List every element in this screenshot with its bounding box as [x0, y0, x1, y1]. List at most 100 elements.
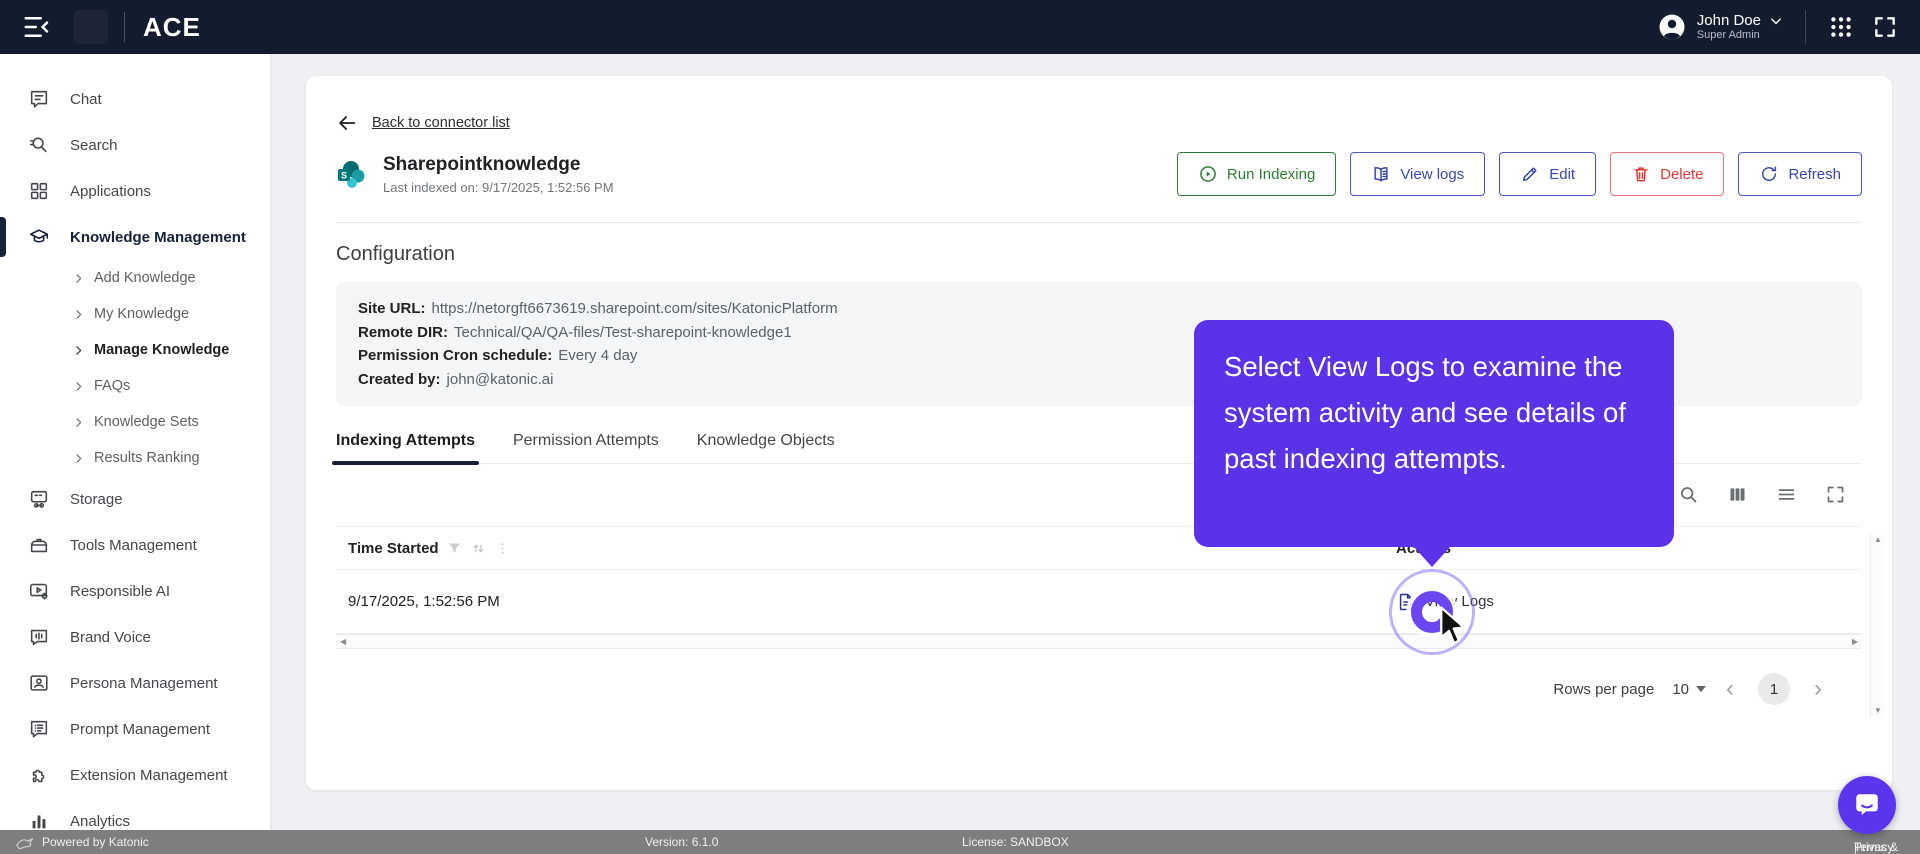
sidebar-item-label: Analytics	[70, 812, 131, 830]
scroll-down-arrow[interactable]: ▼	[1874, 706, 1882, 715]
sidebar-item-label: Storage	[70, 490, 123, 508]
table-columns-icon[interactable]	[1727, 484, 1748, 505]
sidebar-subitem-label: Results Ranking	[94, 450, 200, 466]
rows-per-page-label: Rows per page	[1553, 680, 1655, 698]
guide-tooltip: Select View Logs to examine the system a…	[1194, 320, 1674, 567]
sidebar-item-storage[interactable]: Storage	[0, 476, 270, 522]
config-label: Remote DIR:	[358, 323, 449, 341]
sidebar-item-label: Search	[70, 136, 118, 154]
configuration-heading: Configuration	[336, 243, 455, 265]
chevron-right-icon	[76, 345, 82, 355]
table-density-icon[interactable]	[1776, 484, 1797, 505]
refresh-button[interactable]: Refresh	[1738, 152, 1862, 196]
tab-permission-attempts[interactable]: Permission Attempts	[513, 432, 659, 463]
config-value: john@katonic.ai	[446, 370, 554, 388]
sidebar-subitem-label: Knowledge Sets	[94, 414, 199, 430]
back-to-connector-list-link[interactable]: Back to connector list	[372, 115, 510, 131]
current-page-badge[interactable]: 1	[1758, 673, 1790, 705]
sidebar-item-knowledge-management[interactable]: Knowledge Management	[0, 214, 270, 260]
vertical-scrollbar[interactable]: ▲ ▼	[1870, 532, 1885, 718]
responsible-ai-icon	[29, 583, 48, 600]
sidebar-item-label: Applications	[70, 182, 151, 200]
rows-per-page-select[interactable]: 10	[1672, 681, 1706, 698]
column-label: Time Started	[348, 539, 439, 557]
apps-grid-icon[interactable]	[1828, 14, 1854, 40]
sidebar-subitem-results-ranking[interactable]: Results Ranking	[0, 440, 270, 476]
table-fullscreen-icon[interactable]	[1825, 484, 1846, 505]
config-label: Created by:	[358, 370, 441, 388]
button-label: Edit	[1549, 165, 1576, 183]
sidebar-item-label: Responsible AI	[70, 582, 171, 600]
scroll-left-arrow[interactable]: ◀	[340, 637, 346, 646]
sidebar-subitem-add-knowledge[interactable]: Add Knowledge	[0, 260, 270, 296]
sidebar-item-label: Tools Management	[70, 536, 197, 554]
chevron-down-icon[interactable]	[1769, 14, 1783, 28]
back-arrow-icon[interactable]	[336, 112, 358, 134]
connector-name: Sharepointknowledge	[383, 153, 581, 175]
chat-widget-button[interactable]	[1838, 776, 1896, 834]
delete-button[interactable]: Delete	[1610, 152, 1725, 196]
edit-button[interactable]: Edit	[1499, 152, 1597, 196]
puzzle-icon	[32, 769, 45, 783]
chat-bubble-icon	[1856, 794, 1878, 816]
sort-icon[interactable]	[470, 540, 487, 557]
persona-icon	[30, 675, 48, 691]
column-menu-icon[interactable]	[494, 540, 511, 557]
sidebar-item-prompt-management[interactable]: Prompt Management	[0, 706, 270, 752]
cell-time-started: 9/17/2025, 1:52:56 PM	[348, 593, 500, 610]
section-divider	[336, 222, 1862, 223]
app-title: ACE	[143, 11, 201, 42]
button-label: Refresh	[1788, 165, 1841, 183]
tab-indexing-attempts[interactable]: Indexing Attempts	[332, 432, 479, 465]
filter-icon[interactable]	[446, 540, 463, 557]
config-label: Permission Cron schedule:	[358, 347, 553, 364]
button-label: Run Indexing	[1226, 165, 1316, 183]
sidebar-item-search[interactable]: Search	[0, 122, 270, 168]
rows-per-page-value: 10	[1672, 680, 1689, 698]
view-logs-button[interactable]: View logs	[1350, 152, 1486, 196]
table-search-icon[interactable]	[1678, 484, 1699, 505]
tab-knowledge-objects[interactable]: Knowledge Objects	[697, 432, 835, 463]
sidebar-item-persona-management[interactable]: Persona Management	[0, 660, 270, 706]
previous-page-button[interactable]: ‹	[1716, 677, 1744, 701]
sidebar-item-label: Brand Voice	[70, 628, 151, 646]
sidebar-item-applications[interactable]: Applications	[0, 168, 270, 214]
sidebar-subitem-knowledge-sets[interactable]: Knowledge Sets	[0, 404, 270, 440]
user-menu[interactable]: John Doe Super Admin	[1657, 12, 1783, 42]
sidebar-item-label: Persona Management	[70, 674, 218, 692]
sidebar-item-label: Knowledge Management	[70, 228, 246, 246]
sidebar-item-brand-voice[interactable]: Brand Voice	[0, 614, 270, 660]
scroll-up-arrow[interactable]: ▲	[1874, 535, 1882, 544]
avatar	[1659, 14, 1685, 40]
sidebar-item-label: Chat	[70, 90, 102, 108]
mouse-cursor	[1440, 606, 1466, 645]
back-row: Back to connector list	[336, 112, 1862, 134]
sidebar-item-responsible-ai[interactable]: Responsible AI	[0, 568, 270, 614]
topbar-divider	[1805, 10, 1806, 44]
toolbox-icon	[30, 538, 48, 553]
sidebar-subitem-manage-knowledge[interactable]: Manage Knowledge	[0, 332, 270, 368]
config-value: Technical/QA/QA-files/Test-sharepoint-kn…	[454, 323, 792, 341]
next-page-button[interactable]: ›	[1804, 677, 1832, 701]
analytics-icon	[32, 815, 46, 829]
sidebar-item-extension-management[interactable]: Extension Management	[0, 752, 270, 798]
book-icon	[1374, 167, 1388, 182]
sidebar-subitem-faqs[interactable]: FAQs	[0, 368, 270, 404]
sidebar-item-analytics[interactable]: Analytics	[0, 798, 270, 830]
version-text: Version: 6.1.0	[645, 835, 719, 849]
katonic-logo-icon	[16, 838, 34, 850]
refresh-icon	[1762, 166, 1777, 181]
collapse-menu-icon[interactable]	[22, 12, 52, 42]
chevron-right-icon	[76, 381, 82, 391]
sidebar-item-chat[interactable]: Chat	[0, 76, 270, 122]
fullscreen-icon[interactable]	[1872, 14, 1898, 40]
scroll-right-arrow[interactable]: ▶	[1852, 637, 1858, 646]
prompt-icon	[30, 720, 48, 738]
sidebar-item-tools-management[interactable]: Tools Management	[0, 522, 270, 568]
horizontal-scrollbar[interactable]: ◀ ▶	[336, 634, 1862, 649]
run-indexing-button[interactable]: Run Indexing	[1176, 152, 1337, 196]
play-circle-icon	[1200, 166, 1216, 182]
sidebar-subitem-my-knowledge[interactable]: My Knowledge	[0, 296, 270, 332]
sidebar-subitem-label: FAQs	[94, 378, 131, 394]
privacy-link[interactable]: Privacy Policy	[1854, 840, 1893, 854]
